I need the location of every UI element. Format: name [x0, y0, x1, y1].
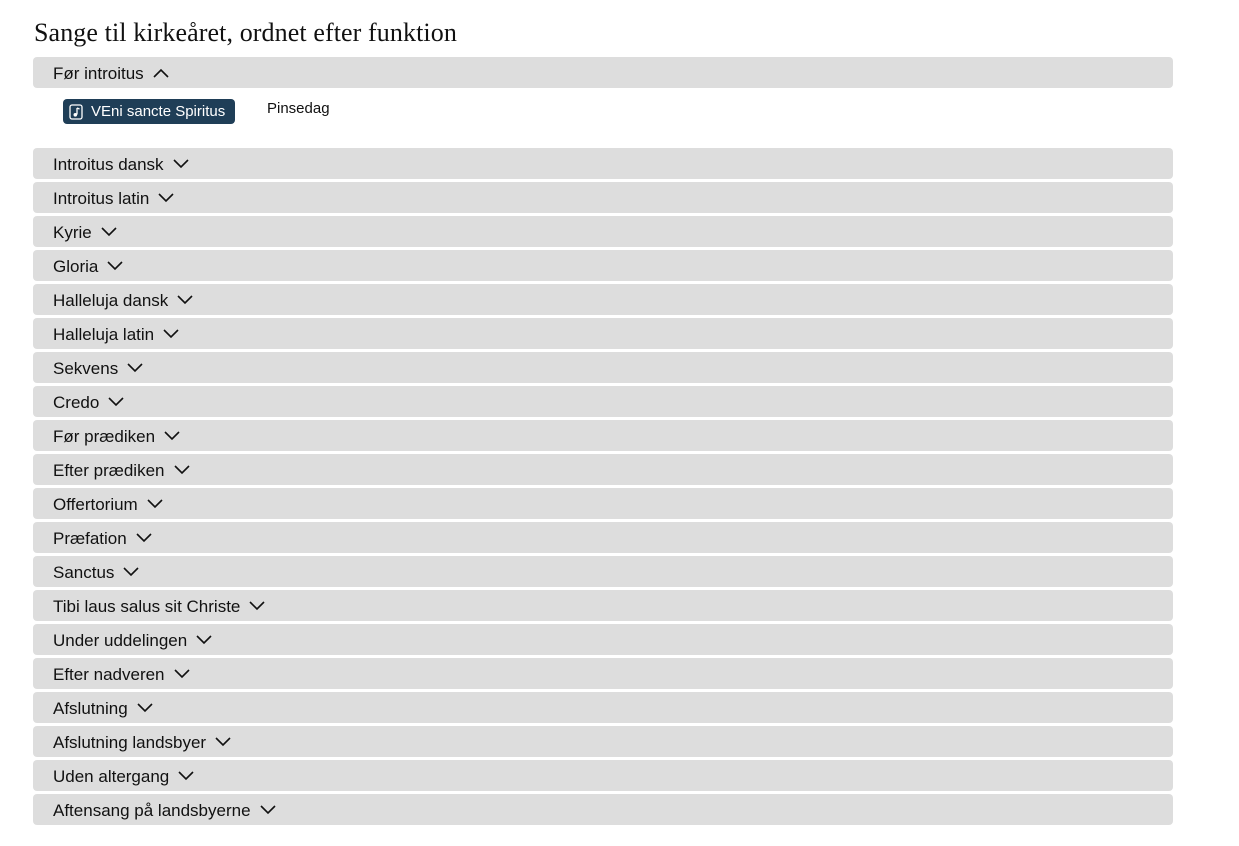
chevron-up-icon: [153, 68, 169, 78]
section-label: Aftensang på landsbyerne: [53, 801, 251, 820]
section-label: Introitus latin: [53, 189, 150, 208]
section-header[interactable]: Uden altergang: [33, 760, 1173, 791]
section-body-foer-introitus: VEni sancte Spiritus Pinsedag: [33, 91, 1173, 148]
chevron-down-icon: [123, 566, 140, 577]
section-header[interactable]: Introitus dansk: [33, 148, 1173, 179]
chevron-down-icon: [108, 396, 124, 407]
section-header[interactable]: Afslutning: [33, 692, 1173, 723]
section-label: Gloria: [53, 257, 99, 276]
chevron-down-icon: [259, 804, 276, 815]
chevron-down-icon: [172, 158, 189, 169]
chevron-down-icon: [173, 464, 190, 475]
page-title: Sange til kirkeåret, ordnet efter funkti…: [34, 18, 457, 47]
section-header[interactable]: Efter prædiken: [33, 454, 1173, 485]
section-header[interactable]: Kyrie: [33, 216, 1173, 247]
music-note-icon: [69, 103, 83, 120]
section-label: Kyrie: [53, 223, 92, 242]
chevron-down-icon: [137, 702, 153, 713]
section-header[interactable]: Tibi laus salus sit Christe: [33, 590, 1173, 621]
section-header[interactable]: Sanctus: [33, 556, 1173, 587]
section-header[interactable]: Gloria: [33, 250, 1173, 281]
section-label: Efter nadveren: [53, 665, 165, 684]
section-header[interactable]: Credo: [33, 386, 1173, 417]
chevron-down-icon: [164, 430, 180, 441]
section-label: Før introitus: [53, 64, 144, 83]
chevron-down-icon: [158, 192, 174, 203]
section-header[interactable]: Efter nadveren: [33, 658, 1173, 689]
section-label: Sekvens: [53, 359, 119, 378]
chevron-down-icon: [101, 226, 117, 237]
section-header[interactable]: Halleluja dansk: [33, 284, 1173, 315]
song-button[interactable]: VEni sancte Spiritus: [63, 99, 236, 124]
chevron-down-icon: [249, 600, 265, 611]
chevron-down-icon: [178, 770, 194, 781]
section-label: Tibi laus salus sit Christe: [53, 597, 241, 616]
song-title: VEni sancte Spiritus: [91, 103, 226, 120]
song-occasion: Pinsedag: [267, 100, 330, 117]
chevron-down-icon: [107, 260, 123, 271]
section-label: Introitus dansk: [53, 155, 164, 174]
section-header[interactable]: Afslutning landsbyer: [33, 726, 1173, 757]
section-label: Halleluja latin: [53, 325, 155, 344]
section-header[interactable]: Introitus latin: [33, 182, 1173, 213]
chevron-down-icon: [127, 362, 143, 373]
section-label: Sanctus: [53, 563, 115, 582]
chevron-down-icon: [136, 532, 152, 543]
chevron-down-icon: [177, 294, 193, 305]
section-label: Præfation: [53, 529, 127, 548]
section-label: Efter prædiken: [53, 461, 165, 480]
section-label: Før prædiken: [53, 427, 156, 446]
section-label: Under uddelingen: [53, 631, 188, 650]
section-label: Credo: [53, 393, 100, 412]
section-header[interactable]: Under uddelingen: [33, 624, 1173, 655]
chevron-down-icon: [196, 634, 212, 645]
section-label: Uden altergang: [53, 767, 170, 786]
page: Sange til kirkeåret, ordnet efter funkti…: [0, 0, 1239, 825]
section-header[interactable]: Aftensang på landsbyerne: [33, 794, 1173, 825]
section-label: Afslutning landsbyer: [53, 733, 207, 752]
section-label: Offertorium: [53, 495, 138, 514]
section-header[interactable]: Sekvens: [33, 352, 1173, 383]
accordion: Før introitus VEni sancte Spiritus Pinse…: [33, 57, 1173, 825]
chevron-down-icon: [173, 668, 190, 679]
section-header[interactable]: Offertorium: [33, 488, 1173, 519]
section-label: Halleluja dansk: [53, 291, 169, 310]
chevron-down-icon: [215, 736, 231, 747]
section-header[interactable]: Præfation: [33, 522, 1173, 553]
section-header-foer-introitus[interactable]: Før introitus: [33, 57, 1173, 88]
section-header[interactable]: Før prædiken: [33, 420, 1173, 451]
section-header[interactable]: Halleluja latin: [33, 318, 1173, 349]
section-label: Afslutning: [53, 699, 128, 718]
chevron-down-icon: [163, 328, 179, 339]
chevron-down-icon: [147, 498, 163, 509]
